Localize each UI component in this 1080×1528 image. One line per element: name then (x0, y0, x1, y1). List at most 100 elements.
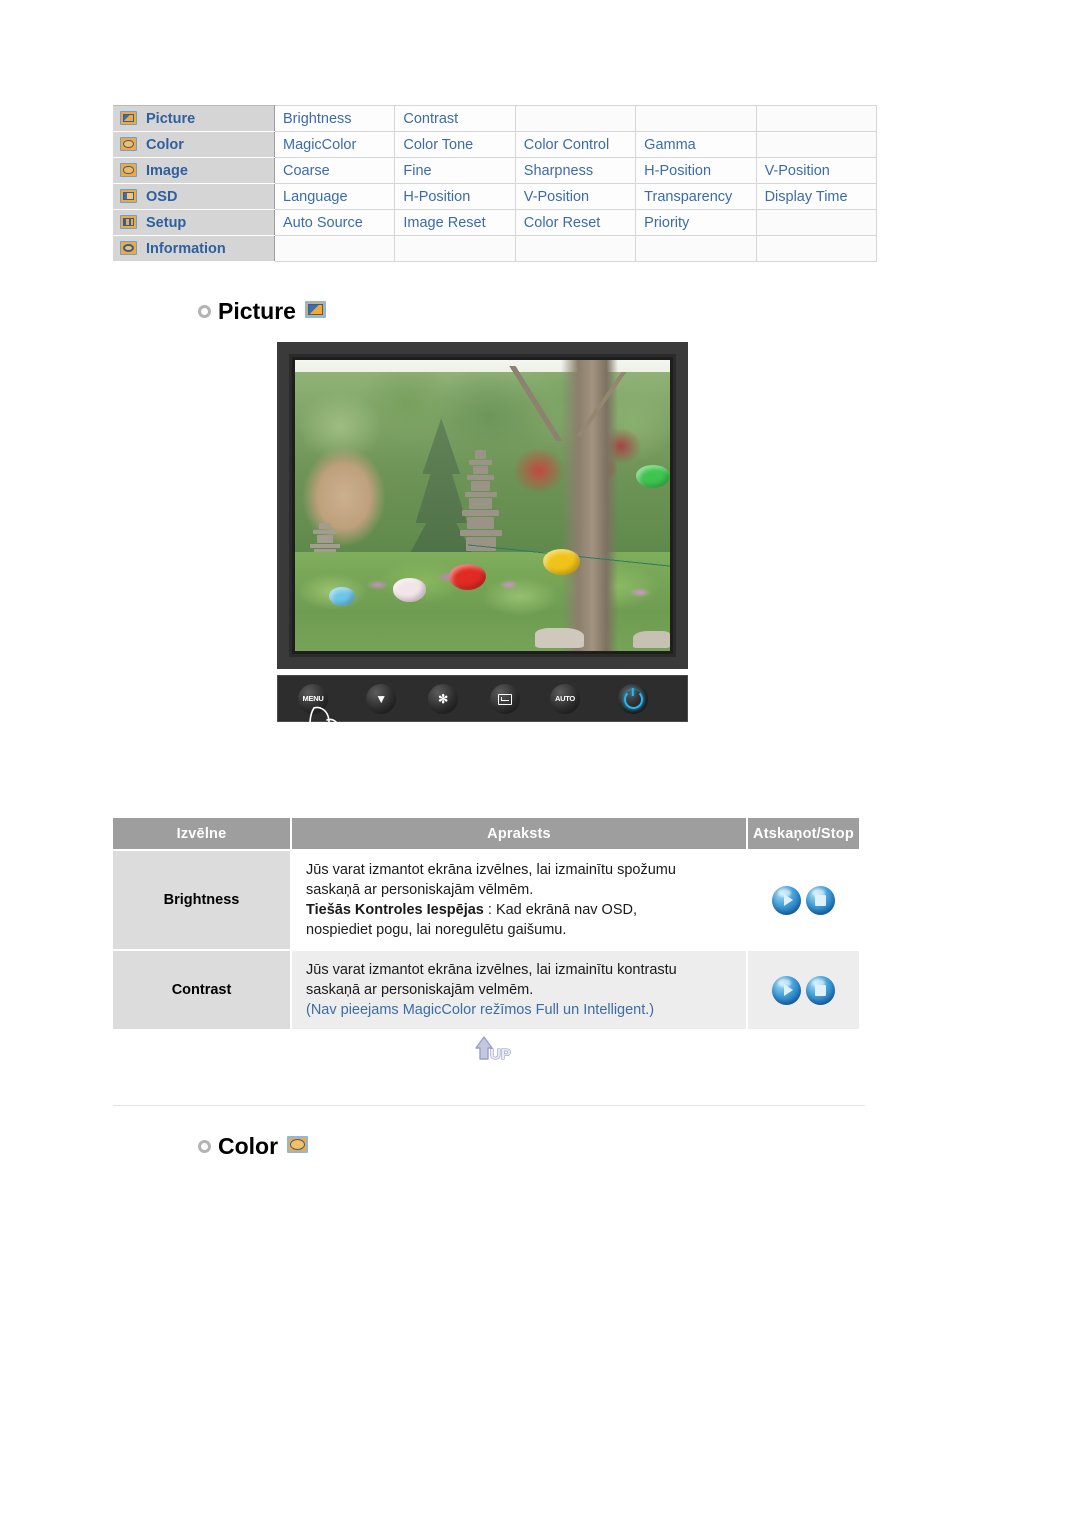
auto-button-label: AUTO (555, 694, 575, 704)
table-row: Setup Auto Source Image Reset Color Rese… (113, 209, 878, 236)
color-icon (120, 136, 137, 151)
column-header-description: Apraksts (291, 818, 748, 851)
menu-button[interactable]: MENU (298, 684, 328, 714)
screen-rock (535, 627, 584, 649)
power-button[interactable] (618, 684, 648, 714)
nav-category-setup[interactable]: Setup (113, 209, 275, 236)
stop-icon[interactable] (806, 975, 835, 1005)
play-icon[interactable] (772, 975, 801, 1005)
brightness-button-label: ✻ (438, 692, 448, 706)
desc-line-bold: Tiešās Kontroles Iespējas (306, 902, 484, 918)
row-label-contrast: Contrast (113, 950, 292, 1031)
nav-item-h-position[interactable]: H-Position (394, 183, 516, 210)
screen-lantern-blue (328, 586, 355, 606)
nav-table-body: Picture Brightness Contrast Color MagicC… (113, 105, 878, 262)
desc-line: Tiešās Kontroles Iespējas : Kad ekrānā n… (306, 900, 734, 920)
row-controls-contrast (747, 950, 859, 1031)
power-icon (623, 689, 643, 709)
nav-category-osd[interactable]: OSD (113, 183, 275, 210)
row-description-brightness: Jūs varat izmantot ekrāna izvēlnes, lai … (291, 850, 748, 951)
nav-item-empty (514, 105, 637, 132)
nav-item-empty (514, 235, 637, 262)
control-icon-group (772, 885, 835, 915)
monitor-illustration: MENU ▼ ✻ AUTO (277, 342, 688, 788)
table-row: Contrast Jūs varat izmantot ekrāna izvēl… (113, 950, 859, 1031)
stop-square (815, 894, 826, 906)
nav-item-v-position[interactable]: V-Position (755, 157, 878, 184)
picture-settings-description-table: Izvēlne Apraksts Atskaņot/Stop Brightnes… (113, 818, 859, 1031)
section-heading-picture: Picture (198, 298, 326, 325)
nav-item-empty (755, 209, 878, 236)
section-title: Picture (218, 298, 296, 324)
nav-item-color-tone[interactable]: Color Tone (394, 131, 516, 158)
image-icon (120, 162, 137, 177)
nav-item-coarse[interactable]: Coarse (273, 157, 396, 184)
nav-item-empty (755, 235, 878, 262)
nav-item-v-position[interactable]: V-Position (514, 183, 637, 210)
nav-item-priority[interactable]: Priority (635, 209, 757, 236)
nav-item-color-reset[interactable]: Color Reset (514, 209, 637, 236)
nav-category-label: Setup (146, 214, 187, 231)
nav-item-brightness[interactable]: Brightness (273, 105, 396, 132)
nav-item-gamma[interactable]: Gamma (635, 131, 757, 158)
enter-icon (498, 693, 512, 705)
desc-table-body: Brightness Jūs varat izmantot ekrāna izv… (113, 850, 859, 1031)
nav-item-empty (635, 105, 757, 132)
stop-icon[interactable] (806, 885, 835, 915)
up-label: UP (490, 1046, 511, 1063)
up-button[interactable]: UP (462, 1032, 520, 1064)
desc-line: saskaņā ar personiskajām velmēm. (306, 982, 534, 998)
bullet-icon (198, 305, 211, 318)
screen-branch (557, 371, 640, 436)
section-divider (113, 1105, 865, 1106)
monitor-bezel (277, 342, 688, 669)
nav-item-empty (755, 131, 878, 158)
down-up-button[interactable]: ▼ (366, 684, 396, 714)
down-up-button-label: ▼ (375, 692, 387, 706)
nav-category-color[interactable]: Color (113, 131, 275, 158)
auto-button[interactable]: AUTO (550, 684, 580, 714)
menu-button-label: MENU (302, 694, 324, 704)
monitor-control-panel: MENU ▼ ✻ AUTO (277, 675, 688, 788)
nav-category-label: Color (146, 136, 184, 153)
play-triangle (783, 984, 793, 996)
nav-item-image-reset[interactable]: Image Reset (394, 209, 516, 236)
screen-red-foliage (512, 447, 565, 494)
nav-category-label: Information (146, 240, 226, 257)
nav-item-display-time[interactable]: Display Time (755, 183, 878, 210)
nav-category-image[interactable]: Image (113, 157, 275, 184)
nav-item-empty (755, 105, 878, 132)
monitor-screen-image (295, 360, 670, 651)
screen-lantern-white (392, 578, 427, 602)
info-icon (120, 240, 137, 255)
desc-line: Jūs varat izmantot ekrāna izvēlnes, lai … (306, 962, 677, 978)
nav-item-contrast[interactable]: Contrast (394, 105, 516, 132)
nav-item-magiccolor[interactable]: MagicColor (273, 131, 396, 158)
nav-category-information[interactable]: Information (113, 235, 275, 262)
nav-item-sharpness[interactable]: Sharpness (514, 157, 637, 184)
play-icon[interactable] (772, 885, 801, 915)
row-label-brightness: Brightness (113, 850, 292, 951)
table-row: Image Coarse Fine Sharpness H-Position V… (113, 157, 878, 184)
row-controls-brightness (747, 850, 859, 951)
play-triangle (783, 894, 793, 906)
osd-menu-overview-table: Picture Brightness Contrast Color MagicC… (113, 105, 878, 262)
nav-category-picture[interactable]: Picture (113, 105, 275, 132)
table-row: Picture Brightness Contrast (113, 105, 878, 132)
nav-category-label: Image (146, 162, 188, 179)
pointing-hand-illustration (309, 706, 358, 788)
brightness-button[interactable]: ✻ (428, 684, 458, 714)
column-header-menu: Izvēlne (113, 818, 292, 851)
enter-button[interactable] (490, 684, 520, 714)
nav-item-auto-source[interactable]: Auto Source (273, 209, 396, 236)
nav-item-h-position[interactable]: H-Position (635, 157, 757, 184)
monitor-inner-bezel (289, 354, 676, 657)
nav-item-color-control[interactable]: Color Control (514, 131, 637, 158)
nav-item-fine[interactable]: Fine (394, 157, 516, 184)
desc-line: Jūs varat izmantot ekrāna izvēlnes, lai … (306, 862, 676, 878)
nav-item-empty (394, 235, 516, 262)
nav-item-transparency[interactable]: Transparency (635, 183, 757, 210)
nav-item-language[interactable]: Language (273, 183, 396, 210)
control-icon-group (772, 975, 835, 1005)
column-header-playstop: Atskaņot/Stop (747, 818, 859, 851)
